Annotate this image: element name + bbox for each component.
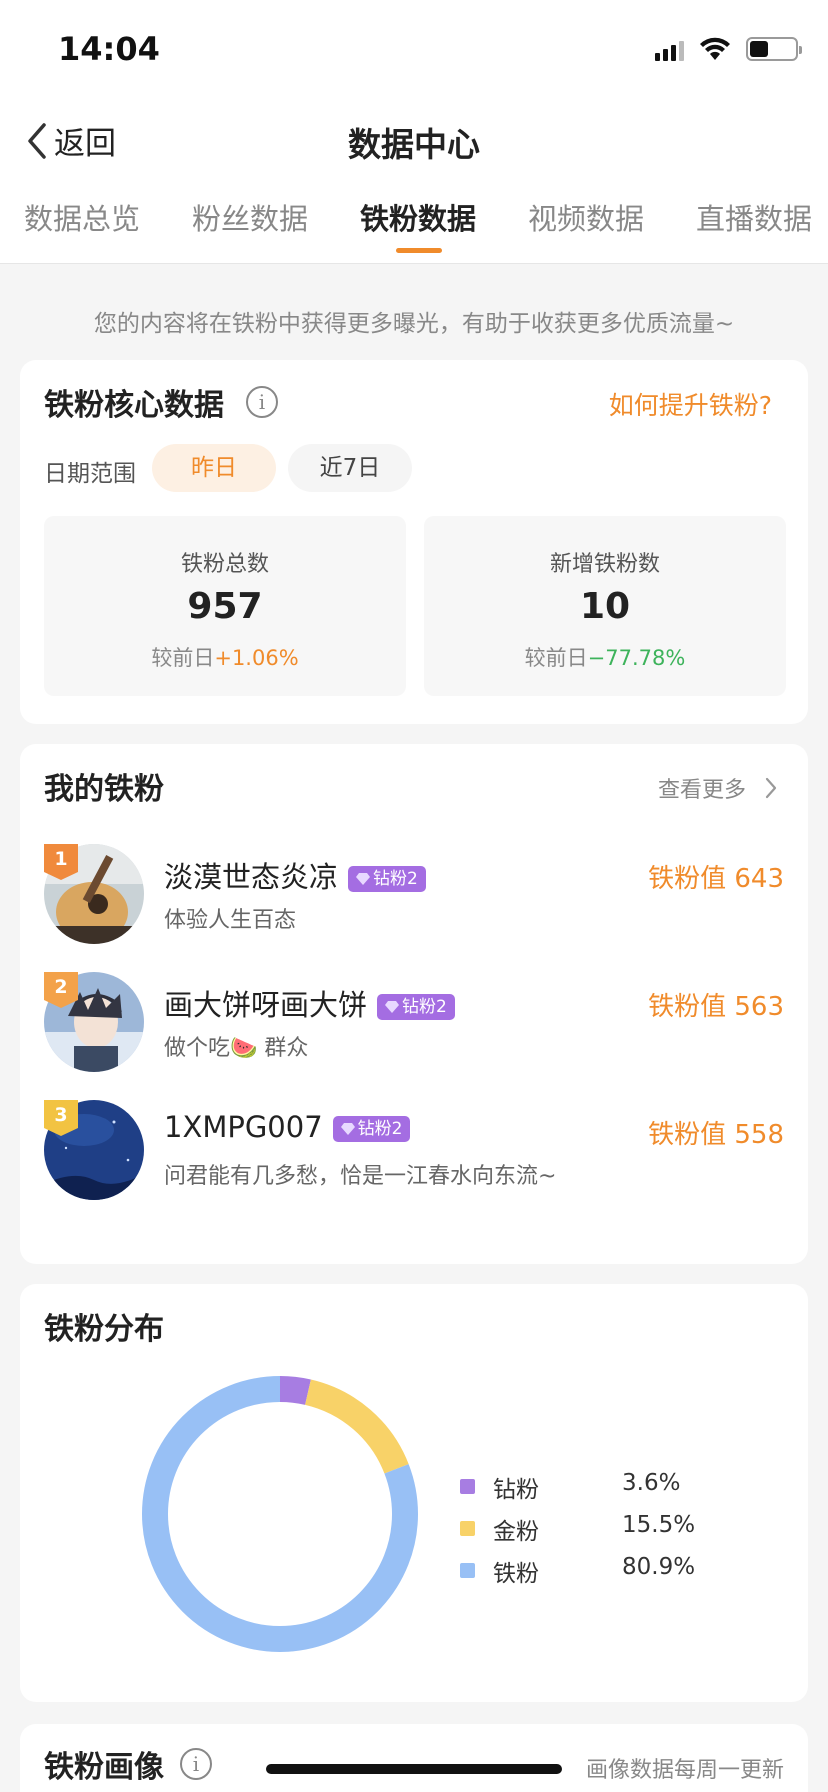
compare-label: 较前日 — [151, 646, 215, 670]
fan-score: 铁粉值 558 — [648, 1120, 784, 1150]
fan-description: 体验人生百态 — [164, 908, 297, 933]
tab-bar: 数据总览 粉丝数据 铁粉数据 视频数据 直播数据 — [0, 196, 828, 264]
badge-label: 钻粉2 — [357, 1119, 403, 1139]
status-time: 14:04 — [58, 30, 160, 68]
legend-name: 钻粉 — [493, 1477, 539, 1503]
stat-value: 10 — [579, 586, 631, 627]
rank-number: 3 — [54, 1104, 68, 1126]
info-icon[interactable]: i — [246, 386, 278, 418]
iron-fan-portrait-card: 铁粉画像 i 画像数据每周一更新 — [20, 1724, 808, 1792]
date-range-label: 日期范围 — [44, 461, 136, 487]
fan-description: 问君能有几多愁，恰是一江春水向东流~ — [164, 1164, 557, 1189]
fan-row[interactable]: 2 画大饼呀画大饼 钻粉2 做个吃🍉 群众 铁粉值 563 — [20, 972, 808, 1076]
view-more-label: 查看更多 — [657, 778, 746, 803]
fan-name-text: 淡漠世态炎凉 — [164, 860, 339, 894]
stat-value: 957 — [187, 586, 263, 627]
chevron-left-icon — [28, 122, 46, 159]
stat-compare: 较前日+1.06% — [44, 642, 406, 672]
fan-name-text: 1XMPG007 — [164, 1110, 323, 1144]
diamond-fan-badge: 钻粉2 — [332, 1116, 411, 1142]
top-header: 14:04 返回 数据中心 数据总览 粉丝数据 铁粉数据 视频数据 直播数据 — [0, 0, 828, 264]
rank-number: 2 — [54, 976, 68, 998]
fan-name-text: 画大饼呀画大饼 — [164, 988, 368, 1022]
chevron-right-icon — [765, 777, 777, 799]
legend-value: 80.9% — [622, 1554, 696, 1580]
fan-description: 做个吃🍉 群众 — [164, 1036, 309, 1061]
active-tab-indicator — [396, 248, 442, 253]
stat-label: 新增铁粉数 — [549, 552, 660, 577]
signal-icon — [655, 37, 684, 61]
status-icons — [655, 36, 802, 62]
fan-score: 铁粉值 643 — [648, 864, 784, 894]
legend-name: 铁粉 — [493, 1561, 539, 1587]
badge-label: 钻粉2 — [373, 869, 418, 889]
core-data-card: 铁粉核心数据 i 如何提升铁粉? 日期范围 昨日 近7日 铁粉总数 957 较前… — [20, 360, 808, 724]
legend-item: 铁粉 80.9% — [460, 1552, 760, 1594]
my-iron-fans-title: 我的铁粉 — [44, 772, 164, 807]
tab-video[interactable]: 视频数据 — [528, 196, 644, 238]
wifi-icon — [700, 37, 730, 60]
tab-live[interactable]: 直播数据 — [696, 196, 812, 238]
home-indicator — [266, 1764, 562, 1774]
diamond-fan-badge: 钻粉2 — [348, 866, 426, 892]
diamond-icon — [356, 873, 371, 885]
change-value: +1.06% — [214, 646, 299, 670]
stat-new-iron-fans: 新增铁粉数 10 较前日−77.78% — [424, 516, 786, 696]
badge-label: 钻粉2 — [402, 997, 447, 1017]
fan-name: 淡漠世态炎凉 钻粉2 — [164, 854, 426, 896]
stat-label: 铁粉总数 — [180, 552, 269, 577]
iron-fan-distribution-card: 铁粉分布 钻粉 3.6% 金粉 15.5% 铁粉 80.9% — [20, 1284, 808, 1702]
compare-label: 较前日 — [524, 646, 588, 670]
diamond-icon — [340, 1123, 355, 1135]
legend-swatch — [460, 1521, 475, 1536]
diamond-fan-badge: 钻粉2 — [377, 994, 455, 1020]
fan-name: 画大饼呀画大饼 钻粉2 — [164, 982, 455, 1024]
rank-badge: 3 — [44, 1100, 78, 1136]
exposure-hint: 您的内容将在铁粉中获得更多曝光，有助于收获更多优质流量~ — [93, 311, 735, 337]
battery-icon — [746, 37, 802, 61]
rank-number: 1 — [54, 848, 68, 870]
date-option-yesterday[interactable]: 昨日 — [152, 444, 276, 492]
my-iron-fans-card: 我的铁粉 查看更多 1 淡漠世态炎凉 钻粉2 体验人生百态 铁粉值 643 2 … — [20, 744, 808, 1264]
legend-item: 钻粉 3.6% — [460, 1468, 760, 1510]
back-button[interactable]: 返回 — [24, 118, 116, 163]
view-more-link[interactable]: 查看更多 — [658, 772, 778, 804]
how-to-improve-link[interactable]: 如何提升铁粉? — [609, 386, 772, 422]
tab-fans[interactable]: 粉丝数据 — [192, 196, 308, 238]
distribution-donut-chart — [142, 1376, 418, 1652]
back-label: 返回 — [54, 126, 116, 162]
diamond-icon — [385, 1001, 400, 1013]
legend-value: 3.6% — [622, 1470, 681, 1496]
chart-legend: 钻粉 3.6% 金粉 15.5% 铁粉 80.9% — [460, 1468, 760, 1594]
core-data-title: 铁粉核心数据 — [44, 388, 224, 423]
fan-name: 1XMPG007 钻粉2 — [164, 1110, 411, 1144]
legend-swatch — [460, 1479, 475, 1494]
page-title: 数据中心 — [348, 125, 480, 164]
fan-score: 铁粉值 563 — [648, 992, 784, 1022]
distribution-title: 铁粉分布 — [44, 1312, 164, 1347]
info-icon[interactable]: i — [180, 1748, 212, 1780]
update-note: 画像数据每周一更新 — [585, 1758, 784, 1783]
legend-value: 15.5% — [622, 1512, 696, 1538]
rank-badge: 2 — [44, 972, 78, 1008]
fan-row[interactable]: 3 1XMPG007 钻粉2 问君能有几多愁，恰是一江春水向东流~ 铁粉值 558 — [20, 1100, 808, 1204]
stat-compare: 较前日−77.78% — [424, 642, 786, 672]
tab-iron-fans[interactable]: 铁粉数据 — [360, 196, 476, 238]
legend-swatch — [460, 1563, 475, 1578]
legend-name: 金粉 — [493, 1519, 539, 1545]
fan-row[interactable]: 1 淡漠世态炎凉 钻粉2 体验人生百态 铁粉值 643 — [20, 844, 808, 948]
change-value: −77.78% — [587, 646, 686, 670]
stat-total-iron-fans: 铁粉总数 957 较前日+1.06% — [44, 516, 406, 696]
rank-badge: 1 — [44, 844, 78, 880]
date-option-7days[interactable]: 近7日 — [288, 444, 412, 492]
tab-overview[interactable]: 数据总览 — [24, 196, 140, 238]
legend-item: 金粉 15.5% — [460, 1510, 760, 1552]
portrait-title: 铁粉画像 — [44, 1750, 164, 1785]
